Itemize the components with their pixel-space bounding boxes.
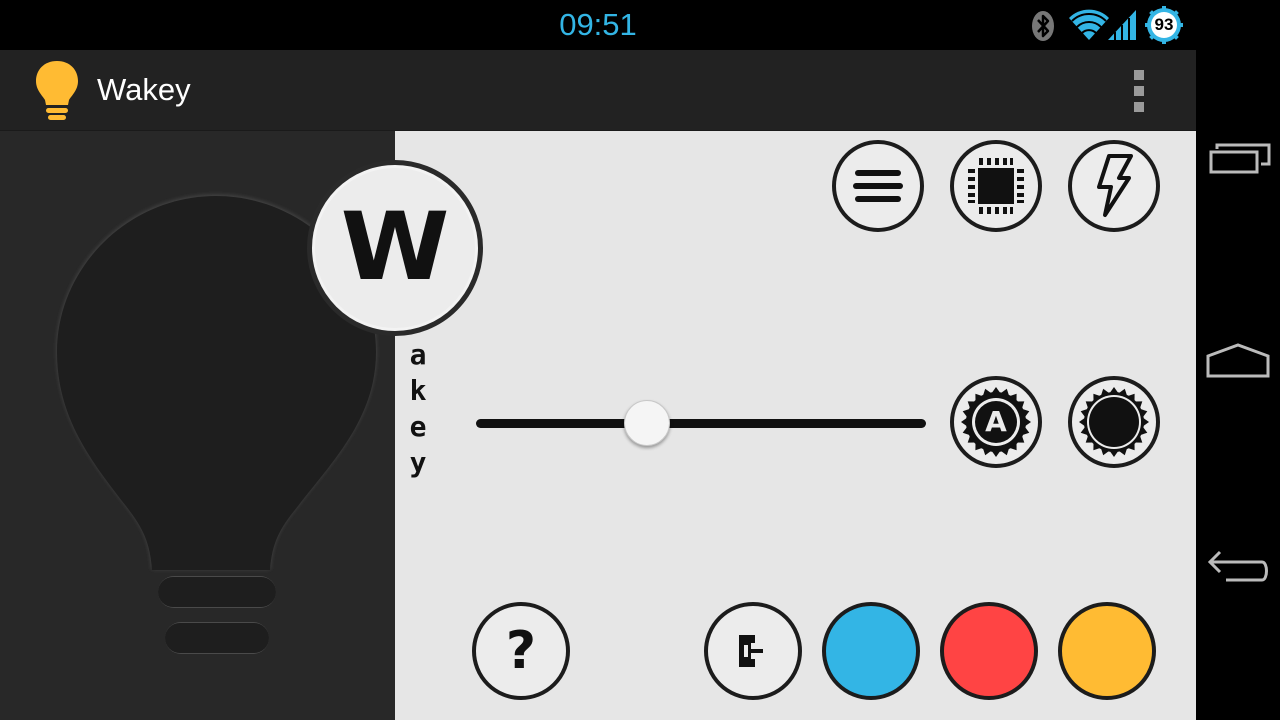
overflow-dot [1134,86,1144,96]
color-swatch-blue[interactable] [822,602,920,700]
brightness-slider[interactable] [476,419,926,428]
battery-level: 93 [1154,15,1174,34]
color-swatch-yellow[interactable] [1058,602,1156,700]
brightness-slider-thumb[interactable] [624,400,670,446]
list-icon [853,170,903,202]
color-swatch-red[interactable] [940,602,1038,700]
overflow-dot [1134,70,1144,80]
brand-letter: y [409,446,427,479]
action-bar: Wakey [0,50,1196,132]
help-button[interactable]: ? [472,602,570,700]
status-bar: 09:51 93 [0,0,1196,50]
back-icon[interactable] [1206,548,1270,586]
cpu-icon [968,158,1024,214]
brightness-icon [1079,387,1149,457]
app-title: Wakey [97,72,191,107]
custom-color-button[interactable] [704,602,802,700]
cpu-button[interactable] [950,140,1042,232]
list-button[interactable] [832,140,924,232]
brand-letter: a [409,338,427,371]
wifi-icon [1069,9,1109,40]
svg-text:A: A [985,405,1007,438]
brand-letter: e [409,410,427,443]
home-icon[interactable] [1206,342,1270,380]
brightness-button[interactable] [1068,376,1160,468]
flash-button[interactable] [1068,140,1160,232]
recent-apps-icon[interactable] [1208,140,1272,176]
lightbulb-icon[interactable] [34,59,80,121]
bluetooth-icon [1032,11,1054,41]
brand-letter: k [409,374,427,407]
logo-button[interactable]: W [307,160,483,336]
auto-brightness-icon: A [961,387,1031,457]
logo-letter: W [340,193,450,302]
navigation-bar [1196,0,1280,720]
overflow-menu-icon[interactable] [1124,66,1158,114]
battery-icon: 93 [1145,6,1183,44]
status-clock: 09:51 [559,7,637,42]
help-icon: ? [505,621,537,681]
flash-icon [1097,154,1133,217]
custom-color-icon [739,635,763,667]
signal-icon [1108,10,1136,40]
auto-brightness-button[interactable]: A [950,376,1042,468]
overflow-dot [1134,102,1144,112]
